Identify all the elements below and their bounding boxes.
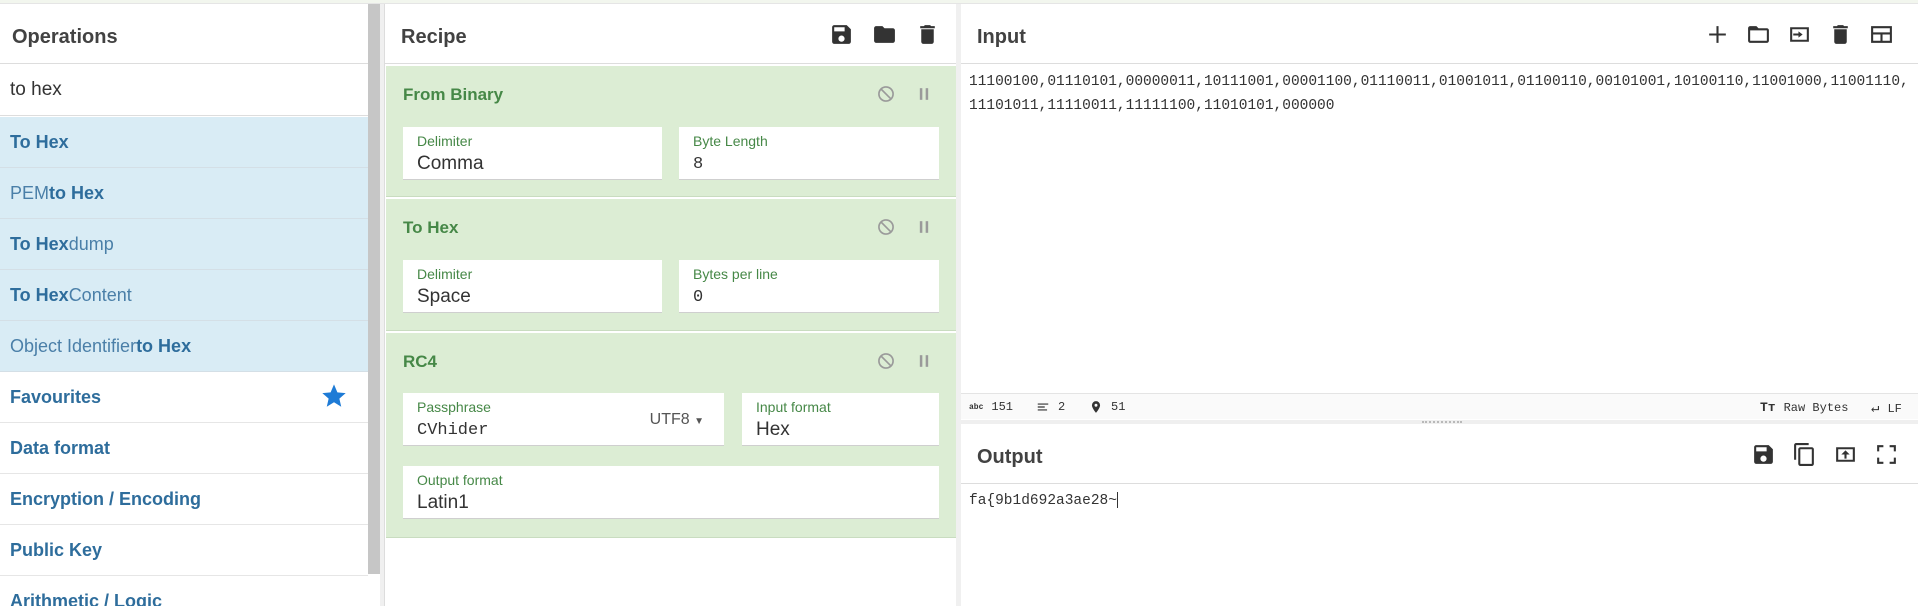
location-icon [1091, 401, 1101, 413]
op-controls [876, 351, 934, 371]
delimiter-field[interactable]: Delimiter Space [403, 260, 662, 313]
copy-icon[interactable] [1792, 442, 1817, 467]
open-folder-icon[interactable] [1746, 22, 1771, 47]
output-title: Output [977, 446, 1043, 468]
disable-icon[interactable] [876, 351, 896, 371]
op-name: To Hex [403, 218, 459, 237]
category-data-format[interactable]: Data format [0, 423, 368, 474]
pause-icon[interactable] [914, 84, 934, 104]
caret-down-icon: ▼ [694, 416, 704, 427]
op-result-pem-to-hex[interactable]: PEM to Hex [0, 168, 368, 219]
divider [961, 63, 1918, 64]
pause-icon[interactable] [914, 217, 934, 237]
disable-icon[interactable] [876, 84, 896, 104]
recipe-op-from-binary[interactable]: From Binary Delimiter Comma Byte Length … [386, 66, 956, 197]
input-toolbar [1705, 22, 1894, 47]
op-name: From Binary [403, 85, 504, 104]
category-public-key[interactable]: Public Key [0, 525, 368, 576]
replace-input-icon[interactable] [1833, 442, 1858, 467]
layout-icon[interactable] [1869, 22, 1894, 47]
op-result-to-hex-content[interactable]: To Hex Content [0, 270, 368, 321]
char-count: abc 151 [969, 400, 1014, 414]
open-file-icon[interactable] [1787, 22, 1812, 47]
output-textarea[interactable]: fa{9b1d692a3ae28~ [969, 492, 1118, 509]
star-icon [322, 384, 346, 407]
clear-input-icon[interactable] [1828, 22, 1853, 47]
trash-icon[interactable] [915, 22, 940, 47]
encoding-dropdown[interactable]: UTF8 ▼ [650, 411, 704, 429]
recipe-title: Recipe [401, 26, 467, 48]
input-title: Input [977, 26, 1026, 48]
op-result-to-hex[interactable]: To Hex [0, 117, 368, 168]
byte-length-field[interactable]: Byte Length 8 [679, 127, 939, 180]
category-arithmetic-logic[interactable]: Arithmetic / Logic [0, 576, 368, 606]
resize-grip-icon[interactable] [1422, 421, 1462, 423]
operations-scrollbar[interactable] [368, 4, 380, 574]
output-format-field[interactable]: Output format Latin1 [403, 466, 939, 519]
op-result-oid-to-hex[interactable]: Object Identifier to Hex [0, 321, 368, 372]
op-controls [876, 217, 934, 237]
bytes-per-line-field[interactable]: Bytes per line 0 [679, 260, 939, 313]
return-icon: ↵ [1871, 401, 1880, 417]
cursor-position: 51 [1089, 400, 1125, 414]
passphrase-field[interactable]: Passphrase CVhider UTF8 ▼ [403, 393, 724, 446]
eol-selector[interactable]: ↵ LF [1871, 400, 1902, 417]
text-format-icon: Tт [1760, 400, 1776, 415]
delimiter-field[interactable]: Delimiter Comma [403, 127, 662, 180]
operations-panel: Operations To Hex PEM to Hex To Hexdump … [0, 4, 368, 606]
op-name: RC4 [403, 352, 438, 371]
output-toolbar [1751, 442, 1899, 467]
lines-icon [1037, 403, 1049, 411]
output-panel: Output fa{9b1d692a3ae28~ [961, 424, 1918, 606]
folder-icon[interactable] [872, 22, 897, 47]
input-textarea[interactable]: 11100100,01110101,00000011,10111001,0000… [969, 70, 1914, 118]
abc-icon: abc [969, 402, 984, 412]
add-tab-icon[interactable] [1705, 22, 1730, 47]
save-icon[interactable] [829, 22, 854, 47]
op-controls [876, 84, 934, 104]
divider [961, 483, 1918, 484]
line-count: 2 [1036, 400, 1065, 414]
save-output-icon[interactable] [1751, 442, 1776, 467]
text-caret [1116, 492, 1118, 508]
pause-icon[interactable] [914, 351, 934, 371]
input-status-bar: abc 151 2 51 Tт Raw Bytes ↵ LF [961, 393, 1918, 419]
disable-icon[interactable] [876, 217, 896, 237]
category-encryption-encoding[interactable]: Encryption / Encoding [0, 474, 368, 525]
format-selector[interactable]: Tт Raw Bytes [1760, 400, 1848, 415]
input-format-field[interactable]: Input format Hex [742, 393, 939, 446]
category-favourites[interactable]: Favourites [0, 372, 368, 423]
maximise-icon[interactable] [1874, 442, 1899, 467]
category-label: Favourites [10, 386, 102, 407]
input-panel: Input 11100100,01110101,00000011,1011100… [961, 4, 1918, 420]
recipe-op-to-hex[interactable]: To Hex Delimiter Space Bytes per line 0 [386, 199, 956, 331]
divider [385, 63, 957, 64]
operations-list: To Hex PEM to Hex To Hex dump To Hex Cont… [0, 117, 368, 606]
recipe-op-rc4[interactable]: RC4 Passphrase CVhider UTF8 ▼ Input form… [386, 333, 956, 538]
op-result-to-hexdump[interactable]: To Hex dump [0, 219, 368, 270]
operations-search-input[interactable] [0, 64, 368, 116]
operations-title: Operations [12, 26, 118, 48]
recipe-panel: Recipe From Binary Delimiter Comma Byte … [384, 4, 957, 606]
recipe-toolbar [829, 22, 940, 47]
